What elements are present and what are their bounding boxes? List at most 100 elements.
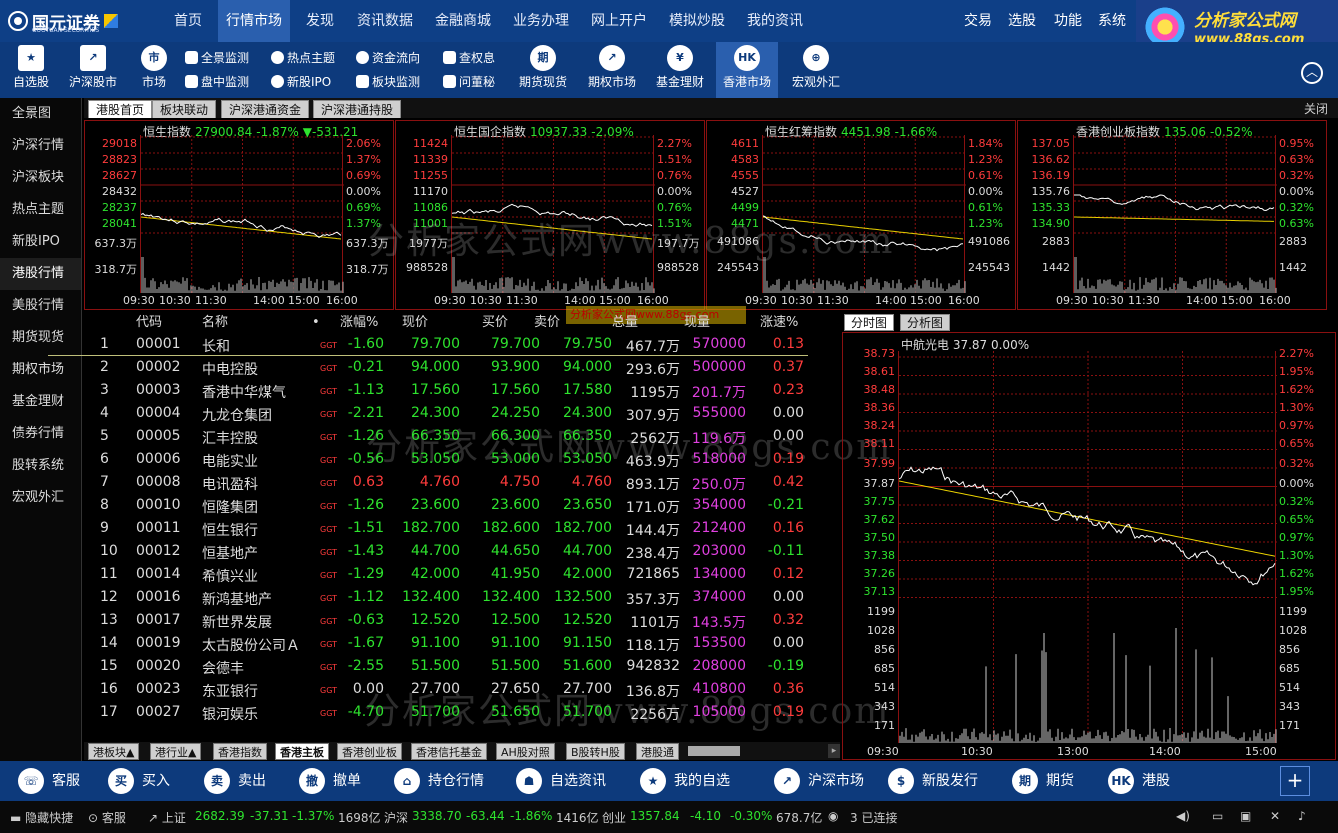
- toolbar-market[interactable]: 市 市场: [134, 42, 174, 98]
- sidebar-item-panorama[interactable]: 全景图: [0, 98, 81, 130]
- toolbar-futures[interactable]: 期 期货现货: [512, 42, 574, 98]
- table-row[interactable]: 17 00027 银河娱乐 -4.70 51.700 51.650 51.700 2256万 1…: [84, 702, 840, 725]
- tab-hk-index[interactable]: 香港指数: [213, 743, 267, 760]
- column-header[interactable]: 涨速%: [760, 312, 798, 334]
- table-row[interactable]: 3 00003 香港中华煤气 -1.13 17.560 17.560 17.580 1195万…: [84, 380, 840, 403]
- column-header[interactable]: 卖价: [534, 312, 560, 334]
- sidebar-item-hs-sectors[interactable]: 沪深板块: [0, 162, 81, 194]
- toolbar-options[interactable]: ↗ 期权市场: [582, 42, 642, 98]
- nav-open-account[interactable]: 网上开户: [584, 0, 654, 42]
- table-row[interactable]: 11 00014 希慎兴业 -1.29 42.000 41.950 42.000 721865…: [84, 564, 840, 587]
- sidebar-item-hs-quotes[interactable]: 沪深行情: [0, 130, 81, 162]
- tab-hk-home[interactable]: 港股首页: [88, 100, 153, 118]
- table-row[interactable]: 1 00001 长和 -1.60 79.700 79.700 79.750 467.7万 570…: [84, 334, 840, 357]
- tab-sector-linkage[interactable]: 板块联动: [152, 100, 217, 118]
- table-row[interactable]: 13 00017 新世界发展 -0.63 12.520 12.500 12.520 1101万…: [84, 610, 840, 633]
- sidebar-item-ipo[interactable]: 新股IPO: [0, 226, 81, 258]
- action-8[interactable]: $ 新股发行: [888, 761, 978, 801]
- action-5[interactable]: ☗ 自选资讯: [516, 761, 606, 801]
- sidebar-item-macro-fx[interactable]: 宏观外汇: [0, 482, 81, 514]
- toolbar-rights-info[interactable]: 查权息: [443, 48, 495, 68]
- table-row[interactable]: 5 00005 汇丰控股 -1.26 66.350 66.300 66.350 2562万 11…: [84, 426, 840, 449]
- tab-hk-main-board[interactable]: 香港主板: [275, 743, 329, 760]
- column-header[interactable]: 涨幅%: [340, 312, 378, 334]
- message-icon[interactable]: ▭: [1212, 809, 1223, 823]
- lock-icon[interactable]: ▣: [1240, 809, 1251, 823]
- table-row[interactable]: 7 00008 电讯盈科 0.63 4.760 4.750 4.760 893.1万 250.0…: [84, 472, 840, 495]
- service-button[interactable]: ⊙ 客服: [88, 809, 126, 826]
- sidebar-item-hk-quotes[interactable]: 港股行情: [0, 258, 81, 290]
- tab-analysis[interactable]: 分析图: [900, 314, 951, 331]
- action-3[interactable]: 撤撤单: [299, 761, 361, 801]
- table-row[interactable]: 15 00020 会德丰 -2.55 51.500 51.500 51.600 942832 2…: [84, 656, 840, 679]
- column-header[interactable]: 现价: [402, 312, 428, 334]
- table-row[interactable]: 6 00006 电能实业 -0.56 53.050 53.000 53.050 463.9万 5…: [84, 449, 840, 472]
- nav-finance-mall[interactable]: 金融商城: [428, 0, 498, 42]
- tools-icon[interactable]: ✕: [1270, 809, 1280, 823]
- toolbar-intraday-monitor[interactable]: 盘中监测: [185, 72, 249, 92]
- close-button[interactable]: 关闭: [1304, 100, 1328, 117]
- action-6[interactable]: ★ 我的自选: [640, 761, 730, 801]
- table-row[interactable]: 8 00010 恒隆集团 -1.26 23.600 23.600 23.650 171.0万 3…: [84, 495, 840, 518]
- tab-hk-gem[interactable]: 香港创业板: [337, 743, 402, 760]
- tab-connect-funds[interactable]: 沪深港通资金: [221, 100, 310, 118]
- sidebar-item-hot-topics[interactable]: 热点主题: [0, 194, 81, 226]
- nav-function[interactable]: 功能: [1054, 0, 1082, 42]
- sidebar-item-bonds[interactable]: 债券行情: [0, 418, 81, 450]
- table-row[interactable]: 4 00004 九龙仓集团 -2.21 24.300 24.250 24.300 307.9万…: [84, 403, 840, 426]
- action-0[interactable]: ☏ 客服: [18, 761, 80, 801]
- toolbar-hk-market[interactable]: HK 香港市场: [716, 42, 778, 98]
- action-10[interactable]: HK 港股: [1108, 761, 1170, 801]
- toolbar-hot-topic[interactable]: 热点主题: [271, 48, 335, 68]
- action-4[interactable]: ⌂ 持仓行情: [394, 761, 484, 801]
- toolbar-ask-secretary[interactable]: 问董秘: [443, 72, 495, 92]
- sidebar-item-neeq[interactable]: 股转系统: [0, 450, 81, 482]
- nav-stock-select[interactable]: 选股: [1008, 0, 1036, 42]
- column-header[interactable]: •: [312, 312, 320, 334]
- nav-info-data[interactable]: 资讯数据: [350, 0, 420, 42]
- column-header[interactable]: 代码: [136, 312, 162, 334]
- tab-hk-trust-fund[interactable]: 香港信托基金: [411, 743, 487, 760]
- tab-b-to-h[interactable]: B股转H股: [566, 743, 625, 760]
- sidebar-item-us-quotes[interactable]: 美股行情: [0, 290, 81, 322]
- nav-my-info[interactable]: 我的资讯: [740, 0, 810, 42]
- nav-business[interactable]: 业务办理: [506, 0, 576, 42]
- toolbar-funds[interactable]: ¥ 基金理财: [650, 42, 710, 98]
- column-header[interactable]: 名称: [202, 312, 228, 334]
- tab-hk-industry[interactable]: 港行业▲: [150, 743, 202, 760]
- nav-trade[interactable]: 交易: [964, 0, 992, 42]
- nav-market[interactable]: 行情市场: [218, 0, 290, 42]
- toolbar-fund-flow[interactable]: 资金流向: [356, 48, 420, 68]
- table-row[interactable]: 10 00012 恒基地产 -1.43 44.700 44.650 44.700 238.4万…: [84, 541, 840, 564]
- tab-hk-sector[interactable]: 港板块▲: [88, 743, 140, 760]
- nav-discover[interactable]: 发现: [298, 0, 342, 42]
- action-2[interactable]: 卖卖出: [204, 761, 266, 801]
- tab-ah-compare[interactable]: AH股对照: [496, 743, 555, 760]
- table-row[interactable]: 9 00011 恒生银行 -1.51 182.700 182.600 182.700 144.…: [84, 518, 840, 541]
- column-header[interactable]: 总量: [612, 312, 638, 334]
- toolbar-ipo[interactable]: 新股IPO: [271, 72, 331, 92]
- toolbar-hs-market[interactable]: ↗ 沪深股市: [64, 42, 122, 98]
- sidebar-item-futures[interactable]: 期货现货: [0, 322, 81, 354]
- toolbar-watchlist[interactable]: ★ 自选股: [6, 42, 56, 98]
- column-header[interactable]: 买价: [482, 312, 508, 334]
- toolbar-panorama-monitor[interactable]: 全景监测: [185, 48, 249, 68]
- toolbar-macro-fx[interactable]: ⊕ 宏观外汇: [786, 42, 846, 98]
- hide-shortcuts-button[interactable]: ▬ 隐藏快捷: [10, 809, 73, 826]
- scroll-right-icon[interactable]: ▸: [828, 744, 840, 758]
- action-9[interactable]: 期期货: [1012, 761, 1074, 801]
- nav-simulated[interactable]: 模拟炒股: [662, 0, 732, 42]
- tab-connect-holdings[interactable]: 沪深港通持股: [313, 100, 402, 118]
- tab-hk-connect[interactable]: 港股通: [636, 743, 679, 760]
- nav-home[interactable]: 首页: [166, 0, 210, 42]
- sidebar-item-options[interactable]: 期权市场: [0, 354, 81, 386]
- collapse-toolbar-button[interactable]: ︿: [1301, 62, 1323, 84]
- nav-system[interactable]: 系统: [1098, 0, 1126, 42]
- action-7[interactable]: ↗ 沪深市场: [774, 761, 864, 801]
- horizontal-scrollbar[interactable]: [688, 746, 740, 756]
- volume-icon[interactable]: ◀): [1176, 809, 1190, 823]
- table-row[interactable]: 2 00002 中电控股 -0.21 94.000 93.900 94.000 293.6万 5…: [84, 357, 840, 380]
- tab-time-share[interactable]: 分时图: [844, 314, 895, 331]
- alarm-icon[interactable]: ♪: [1298, 809, 1306, 823]
- add-button[interactable]: +: [1280, 766, 1310, 796]
